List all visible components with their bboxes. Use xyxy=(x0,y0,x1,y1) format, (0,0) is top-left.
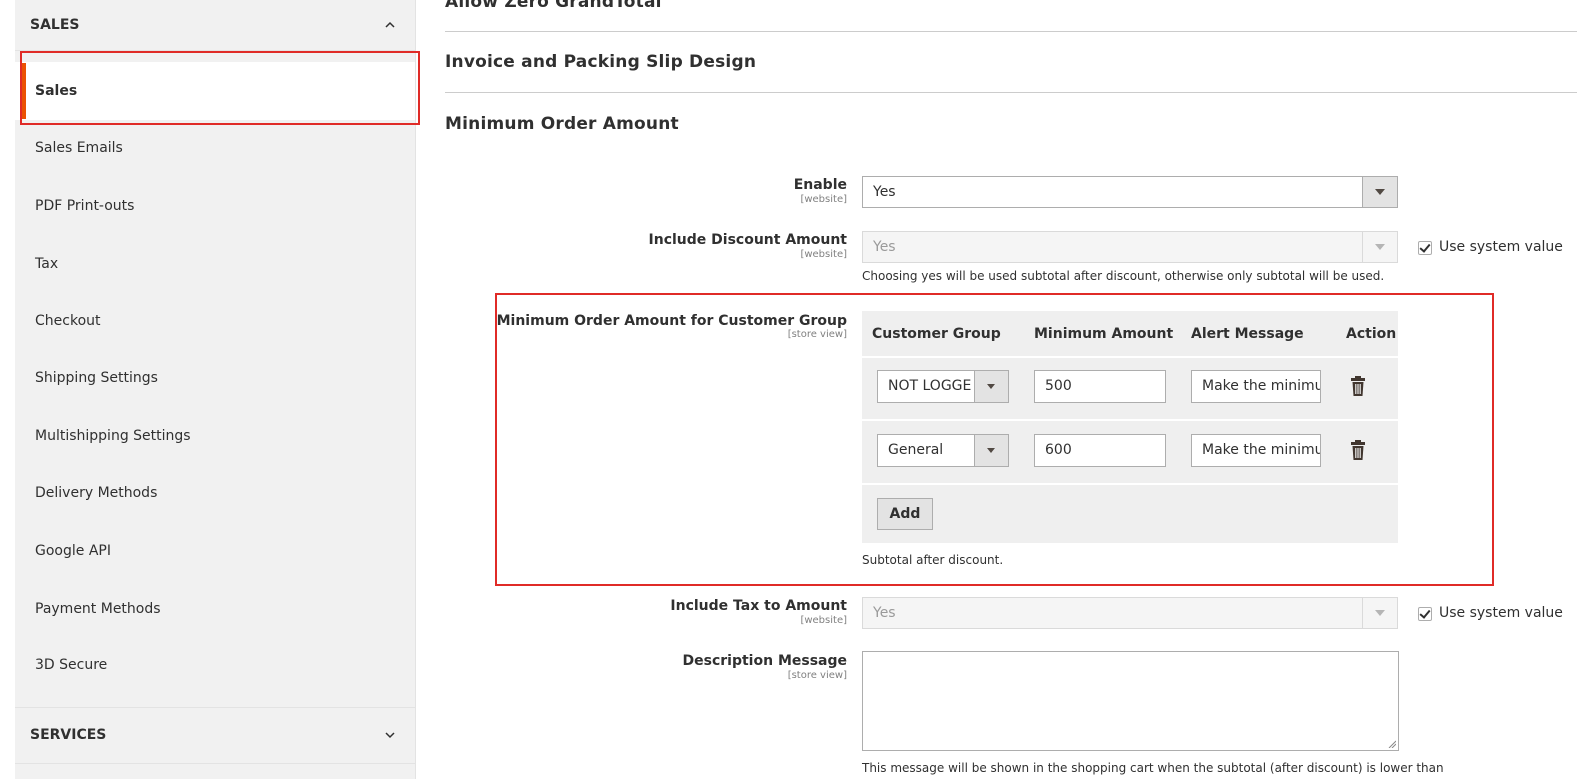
enable-scope: [website] xyxy=(800,194,847,205)
sidebar-item-label: Delivery Methods xyxy=(35,485,158,501)
include-discount-value: Yes xyxy=(873,239,896,255)
sidebar-section-title: SERVICES xyxy=(30,727,107,743)
include-discount-label: Include Discount Amount xyxy=(648,232,847,248)
highlight-box xyxy=(20,51,420,125)
sidebar-item-3d-secure[interactable]: 3D Secure xyxy=(15,636,415,694)
section-invoice-design[interactable]: Invoice and Packing Slip Design xyxy=(445,52,756,72)
sidebar-item-shipping-settings[interactable]: Shipping Settings xyxy=(15,349,415,407)
enable-label: Enable xyxy=(793,177,847,193)
highlight-box xyxy=(495,293,1494,586)
enable-select[interactable]: Yes xyxy=(862,176,1398,208)
use-system-checkbox[interactable] xyxy=(1418,241,1432,255)
section-allow-zero-grandtotal[interactable]: Allow Zero GrandTotal xyxy=(445,0,662,12)
dropdown-arrow-icon xyxy=(1362,177,1397,207)
sidebar-item-tax[interactable]: Tax xyxy=(15,235,415,293)
sidebar-section-title: SALES xyxy=(30,17,80,33)
sidebar-item-payment-methods[interactable]: Payment Methods xyxy=(15,580,415,638)
sidebar-item-label: Shipping Settings xyxy=(35,370,158,386)
include-discount-scope: [website] xyxy=(800,249,847,260)
include-tax-select[interactable]: Yes xyxy=(862,597,1398,629)
sidebar-item-multishipping-settings[interactable]: Multishipping Settings xyxy=(15,407,415,465)
chevron-down-icon xyxy=(385,732,395,739)
sidebar-item-sales-emails[interactable]: Sales Emails xyxy=(15,119,415,177)
description-textarea[interactable] xyxy=(862,651,1399,751)
sidebar-item-delivery-methods[interactable]: Delivery Methods xyxy=(15,464,415,522)
sidebar-item-pdf-printouts[interactable]: PDF Print-outs xyxy=(15,177,415,235)
sidebar-item-label: PDF Print-outs xyxy=(35,198,135,214)
sidebar-section-sales-header[interactable]: SALES xyxy=(15,0,415,51)
include-tax-scope: [website] xyxy=(800,615,847,626)
section-minimum-order-amount[interactable]: Minimum Order Amount xyxy=(445,114,679,134)
enable-value: Yes xyxy=(873,184,896,200)
chevron-up-icon xyxy=(385,21,395,28)
section-divider xyxy=(445,31,1577,32)
section-divider xyxy=(445,92,1577,93)
include-discount-select[interactable]: Yes xyxy=(862,231,1398,263)
sidebar-item-checkout[interactable]: Checkout xyxy=(15,292,415,350)
sidebar-item-label: 3D Secure xyxy=(35,657,108,673)
description-note: This message will be shown in the shoppi… xyxy=(862,761,1444,775)
include-tax-label: Include Tax to Amount xyxy=(670,598,847,614)
description-scope: [store view] xyxy=(787,670,847,681)
use-system-checkbox[interactable] xyxy=(1418,607,1432,621)
include-tax-value: Yes xyxy=(873,605,896,621)
use-system-label: Use system value xyxy=(1439,239,1563,255)
sidebar-item-label: Tax xyxy=(35,256,59,272)
dropdown-arrow-icon xyxy=(1362,598,1397,628)
include-discount-note: Choosing yes will be used subtotal after… xyxy=(862,269,1385,283)
dropdown-arrow-icon xyxy=(1362,232,1397,262)
resize-handle-icon[interactable] xyxy=(1388,740,1396,748)
sidebar-item-label: Checkout xyxy=(35,313,101,329)
sidebar-item-label: Multishipping Settings xyxy=(35,428,191,444)
sidebar-item-label: Sales Emails xyxy=(35,140,123,156)
description-label: Description Message xyxy=(682,653,847,669)
sidebar-item-label: Payment Methods xyxy=(35,601,161,617)
sidebar-section-services-header[interactable]: SERVICES xyxy=(15,707,415,764)
sidebar-item-google-api[interactable]: Google API xyxy=(15,522,415,580)
sidebar-item-label: Google API xyxy=(35,543,111,559)
use-system-label: Use system value xyxy=(1439,605,1563,621)
